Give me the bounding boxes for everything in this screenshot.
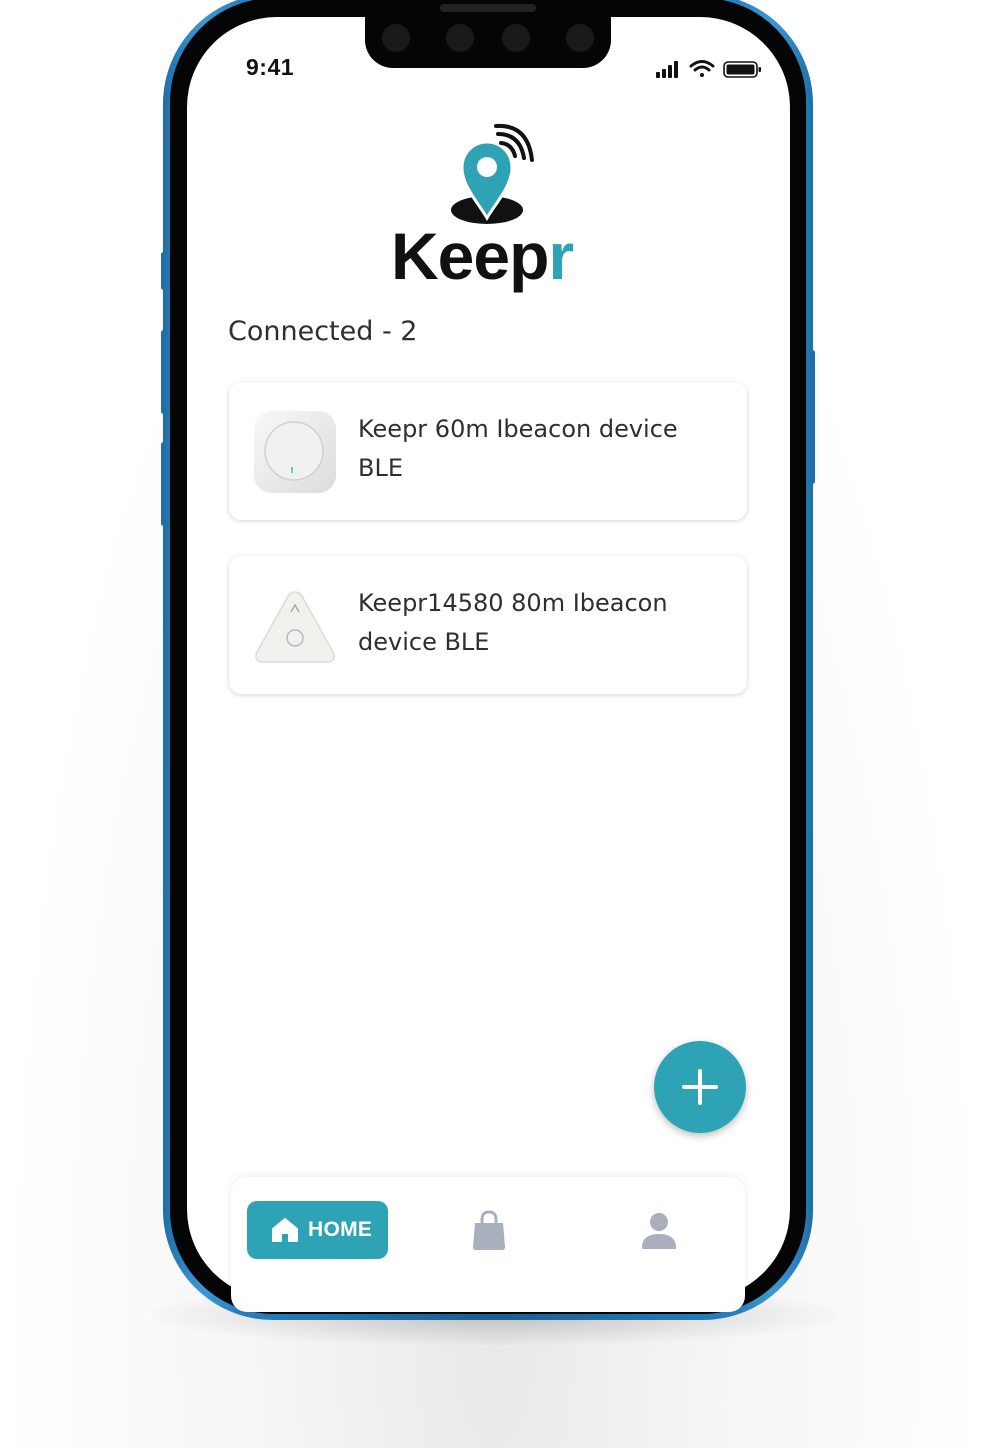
sensor-dot [446,24,474,52]
device-mockup-stage: 9:41 Keepr Connected - 2 Keepr 60m Ibeac… [0,0,989,1448]
user-icon [642,1213,676,1249]
wifi-icon [689,60,715,77]
plus-icon [698,1069,702,1105]
device-name: Keepr 60m Ibeacon device BLE [358,415,678,482]
sensor-dot [502,24,530,52]
cellular-signal-icon [656,61,678,78]
round-beacon-icon [253,410,337,494]
connected-title: Connected - 2 [228,316,418,347]
bottom-nav: HOME [231,1177,745,1312]
status-icons [654,58,764,82]
camera-dot [382,24,410,52]
home-icon [272,1218,298,1242]
shopping-bag-icon [473,1210,505,1250]
brand-name-main: Kee [391,219,510,293]
device-card[interactable]: Keepr 60m Ibeacon device BLE [229,382,747,520]
sensor-dot [566,24,594,52]
nav-home-label: HOME [308,1218,373,1241]
device-card[interactable]: Keepr14580 80m Ibeacon device BLE [229,556,747,694]
nav-profile-tab[interactable] [639,1211,679,1251]
status-time: 9:41 [246,54,295,80]
triangle-beacon-icon [253,584,337,668]
brand-wordmark: Keepr [391,216,591,296]
nav-shop-tab[interactable] [469,1209,509,1251]
speaker-grille [440,4,536,12]
brand-name-accent: r [548,219,574,293]
add-device-button[interactable] [654,1041,746,1133]
device-name: Keepr14580 80m Ibeacon device BLE [358,589,668,656]
location-pin-signal-icon [446,120,538,228]
nav-home-tab[interactable]: HOME [247,1201,388,1259]
brand-name-mid: p [509,219,549,293]
battery-icon [723,61,761,78]
